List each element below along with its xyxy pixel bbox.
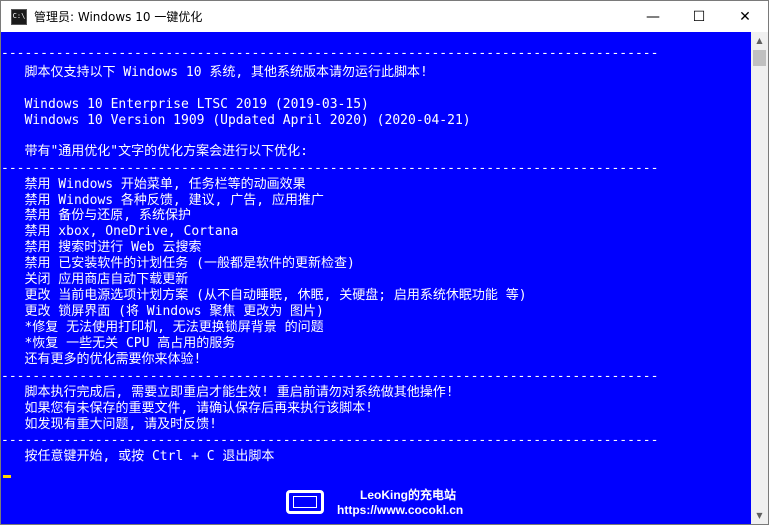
scrollbar-thumb[interactable] (753, 50, 766, 66)
maximize-button[interactable]: ☐ (676, 1, 722, 32)
console-line: 还有更多的优化需要你来体验! (1, 352, 202, 367)
minimize-button[interactable]: — (630, 1, 676, 32)
console-line: 禁用 搜索时进行 Web 云搜索 (1, 240, 202, 255)
scroll-down-arrow-icon[interactable]: ▼ (751, 507, 768, 524)
console-line: 如发现有重大问题, 请及时反馈! (1, 417, 217, 432)
console-line: 脚本仅支持以下 Windows 10 系统, 其他系统版本请勿运行此脚本! (1, 65, 428, 80)
console-line: 更改 当前电源选项计划方案 (从不自动睡眠, 休眠, 关硬盘; 启用系统休眠功能… (1, 288, 527, 303)
watermark: LeoKing的充电站 https://www.cocokl.cn (286, 486, 463, 517)
console-line: 禁用 备份与还原, 系统保护 (1, 208, 191, 223)
scroll-up-arrow-icon[interactable]: ▲ (751, 32, 768, 49)
cmd-app-icon[interactable]: C:\ (11, 8, 27, 25)
title-bar[interactable]: C:\ 管理员: Windows 10 一键优化 — ☐ ✕ (1, 1, 768, 32)
console-line: 如果您有未保存的重要文件, 请确认保存后再来执行该脚本! (1, 401, 373, 416)
vertical-scrollbar[interactable]: ▲ ▼ (751, 32, 768, 524)
watermark-text: LeoKing的充电站 https://www.cocokl.cn (337, 486, 463, 517)
watermark-url: https://www.cocokl.cn (337, 503, 464, 517)
console-line: *修复 无法使用打印机, 无法更换锁屏背景 的问题 (1, 320, 324, 335)
console-line: 禁用 Windows 各种反馈, 建议, 广告, 应用推广 (1, 193, 324, 208)
console-divider: ----------------------------------------… (1, 369, 659, 384)
console-line: 更改 锁屏界面 (将 Windows 聚焦 更改为 图片) (1, 304, 324, 319)
watermark-name: LeoKing的充电站 (360, 488, 456, 502)
window-title: 管理员: Windows 10 一键优化 (34, 10, 203, 24)
console-window: C:\ 管理员: Windows 10 一键优化 — ☐ ✕ ---------… (0, 0, 769, 525)
console-divider: ----------------------------------------… (1, 433, 659, 448)
app-icon-label: C:\ (12, 12, 26, 20)
console-line: Windows 10 Enterprise LTSC 2019 (2019-03… (1, 97, 369, 112)
console-divider: ----------------------------------------… (1, 161, 659, 176)
window-controls: — ☐ ✕ (630, 1, 768, 32)
console-line: 脚本执行完成后, 需要立即重启才能生效! 重启前请勿对系统做其他操作! (1, 385, 454, 400)
console-line: 禁用 xbox, OneDrive, Cortana (1, 224, 239, 239)
close-button[interactable]: ✕ (722, 1, 768, 32)
battery-logo-icon (286, 489, 324, 514)
console-line: 带有"通用优化"文字的优化方案会进行以下优化: (1, 144, 308, 159)
console-line: 关闭 应用商店自动下载更新 (1, 272, 189, 287)
console-line: 禁用 Windows 开始菜单, 任务栏等的动画效果 (1, 177, 306, 192)
console-line: *恢复 一些无关 CPU 高占用的服务 (1, 336, 236, 351)
console-line: ----------------------------------------… (1, 46, 659, 61)
console-line: 禁用 已安装软件的计划任务 (一般都是软件的更新检查) (1, 256, 355, 271)
console-line: Windows 10 Version 1909 (Updated April 2… (1, 113, 471, 128)
console-output[interactable]: ----------------------------------------… (1, 32, 751, 524)
text-cursor (3, 475, 11, 478)
console-prompt: 按任意键开始, 或按 Ctrl + C 退出脚本 (1, 449, 275, 464)
